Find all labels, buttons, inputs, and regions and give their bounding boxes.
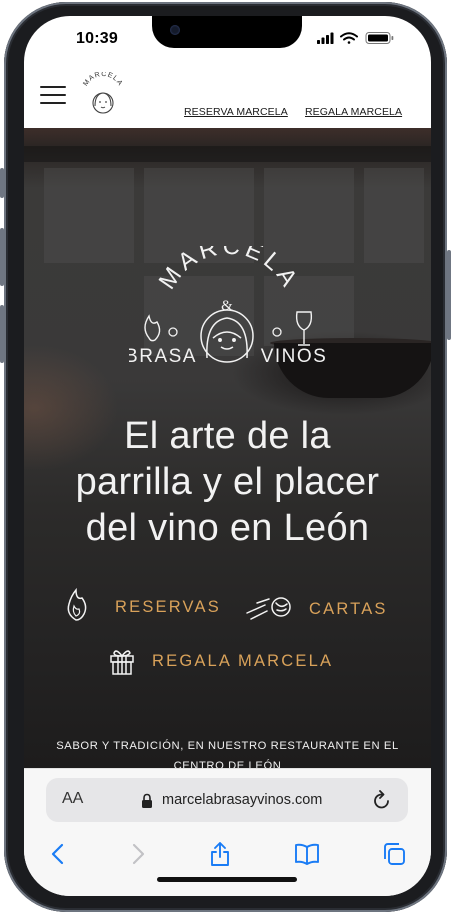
meat-icon[interactable]: [245, 595, 293, 621]
wine-glass-icon: [295, 311, 313, 346]
notch: [152, 16, 302, 48]
headline-line: del vino en León: [85, 507, 370, 549]
svg-text:MARCELA: MARCELA: [82, 72, 123, 88]
lock-icon: [142, 793, 152, 808]
cartas-link[interactable]: CARTAS: [309, 600, 388, 619]
site-header: MARCELA RESERVA MARCELA REGALA MARCELA: [24, 64, 431, 128]
gift-icon[interactable]: [108, 646, 136, 676]
flame-icon: [144, 314, 161, 342]
silent-switch: [0, 168, 4, 198]
battery-icon: [365, 32, 394, 44]
svg-text:MARCELA: MARCELA: [154, 246, 305, 294]
regala-marcela-link[interactable]: REGALA MARCELA: [152, 652, 333, 671]
hero-tagline: SABOR Y TRADICIÓN, EN NUESTRO RESTAURANT…: [24, 736, 431, 768]
reservas-link[interactable]: RESERVAS: [115, 598, 221, 617]
wifi-icon: [340, 32, 358, 44]
url-text[interactable]: marcelabrasayvinos.com: [162, 792, 322, 808]
nav-reserva-marcela[interactable]: RESERVA MARCELA: [184, 106, 288, 118]
woman-face-icon: [200, 309, 254, 363]
svg-text:BRASA: BRASA: [129, 346, 197, 366]
share-icon[interactable]: [207, 841, 233, 867]
marcela-logo[interactable]: MARCELA: [80, 72, 126, 118]
bg-window: [364, 168, 424, 263]
bookmarks-icon[interactable]: [294, 841, 320, 867]
screen: 10:39 MARCELA RESERVA MARCELA REGALA MAR…: [24, 16, 431, 896]
bg-window: [44, 168, 134, 263]
hero-logo: MARCELA & BRASA VINOS: [129, 246, 328, 366]
forward-icon[interactable]: [124, 841, 150, 867]
nav-regala-marcela[interactable]: REGALA MARCELA: [305, 106, 402, 118]
cellular-signal-icon: [317, 32, 334, 44]
volume-up-button: [0, 228, 4, 286]
reload-icon[interactable]: [372, 789, 392, 811]
svg-text:&: &: [221, 298, 233, 314]
text-size-button[interactable]: AA: [62, 790, 83, 808]
home-indicator: [157, 877, 297, 882]
power-button: [447, 250, 451, 340]
front-camera: [170, 25, 180, 35]
tagline-line: CENTRO DE LEÓN: [173, 760, 282, 768]
headline-line: El arte de la: [124, 415, 331, 457]
address-bar[interactable]: AA marcelabrasayvinos.com: [46, 778, 408, 822]
back-icon[interactable]: [46, 841, 72, 867]
safari-bottom-bar: AA marcelabrasayvinos.com: [24, 768, 431, 896]
status-time: 10:39: [76, 30, 118, 47]
bg-beam: [24, 146, 431, 162]
hero-section: MARCELA & BRASA VINOS El arte de la parr…: [24, 128, 431, 768]
flame-icon[interactable]: [64, 586, 90, 622]
svg-text:VINOS: VINOS: [261, 346, 328, 366]
volume-down-button: [0, 305, 4, 363]
hamburger-menu-icon[interactable]: [40, 86, 66, 106]
status-icons: [317, 32, 394, 44]
hero-headline: El arte de la parrilla y el placer del v…: [24, 413, 431, 551]
tabs-icon[interactable]: [381, 841, 407, 867]
headline-line: parrilla y el placer: [75, 461, 380, 503]
tagline-line: SABOR Y TRADICIÓN, EN NUESTRO RESTAURANT…: [56, 740, 399, 752]
